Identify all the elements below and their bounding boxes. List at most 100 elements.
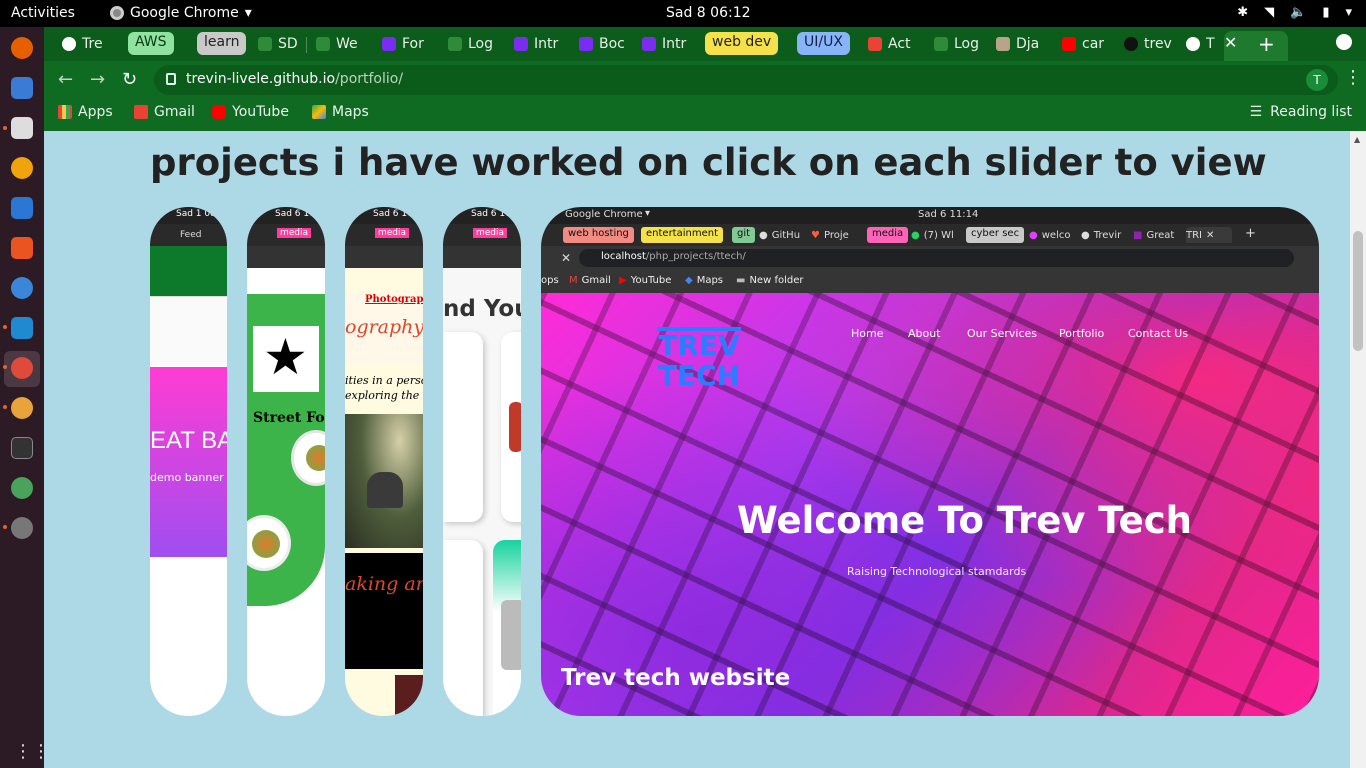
close-tab-icon[interactable]: ✕ xyxy=(1224,33,1237,52)
slide-body-line: exploring the n xyxy=(345,389,423,402)
whatsapp-icon: ● xyxy=(911,229,920,241)
hero-tagline: Raising Technological stamdards xyxy=(847,565,1027,578)
forward-icon[interactable]: → xyxy=(90,69,105,90)
tab[interactable]: trev xyxy=(1118,31,1178,57)
new-tab-button[interactable]: + xyxy=(1258,32,1275,56)
globe-icon xyxy=(1186,37,1200,51)
apps-grid-icon xyxy=(58,105,72,119)
page-scrollbar[interactable]: ▲ xyxy=(1350,131,1366,768)
tab[interactable]: car xyxy=(1056,31,1112,57)
tab-separator xyxy=(306,37,307,53)
featured-bookmark: ▬ New folder xyxy=(736,275,803,286)
vscode-icon[interactable] xyxy=(11,317,33,339)
tab[interactable]: Intr xyxy=(636,31,692,57)
writer-icon[interactable] xyxy=(11,197,33,219)
chrome-dock-icon[interactable] xyxy=(11,357,33,379)
tab-group-learn[interactable]: learn xyxy=(197,32,247,55)
tab[interactable]: Dja xyxy=(990,31,1046,57)
stop-icon: ✕ xyxy=(561,251,572,265)
heart-icon: ♥ xyxy=(811,229,820,241)
featured-bookmark-label: YouTube xyxy=(630,275,672,286)
thunderbird-icon[interactable] xyxy=(11,77,33,99)
project-slide-3[interactable]: Sad 6 10 media Photography ography ities… xyxy=(345,207,423,716)
bookmark-apps[interactable]: Apps xyxy=(58,104,113,120)
tab[interactable]: Act xyxy=(862,31,918,57)
bookmark-maps[interactable]: Maps xyxy=(312,104,369,120)
slide-tab-label: Feed xyxy=(180,230,202,240)
profile-avatar[interactable]: T xyxy=(1306,69,1328,91)
tab[interactable]: Log xyxy=(928,31,984,57)
featured-bookmark-label: New folder xyxy=(749,275,804,286)
system-clock[interactable]: Sad 8 06:12 xyxy=(666,5,751,21)
bookmark-gmail[interactable]: Gmail xyxy=(134,104,195,120)
tab[interactable]: We xyxy=(310,31,366,57)
scroll-up-icon[interactable]: ▲ xyxy=(1354,135,1360,144)
bookmark-label: Gmail xyxy=(154,104,195,120)
tab-group-uiux[interactable]: UI/UX xyxy=(797,32,850,55)
tab-title: Intr xyxy=(662,36,687,52)
tab-title: Dja xyxy=(1016,36,1040,52)
url-text[interactable]: trevin-livele.github.io/portfolio/ xyxy=(186,71,403,87)
slack-icon[interactable] xyxy=(11,397,33,419)
trev-tech-logo: TREV TECH xyxy=(657,327,741,391)
running-indicator xyxy=(3,525,7,529)
site-icon: ■ xyxy=(1133,229,1143,241)
featured-active-tab: TRI ✕ xyxy=(1186,227,1232,243)
slide-screenshot-topbar: Sad 6 10 xyxy=(443,207,521,224)
slack-tray-icon[interactable]: ✱ xyxy=(1237,5,1248,20)
project-slide-1[interactable]: Sad 1 08 Feed EAT BAN demo banner ju xyxy=(150,207,227,716)
tab[interactable]: Tre xyxy=(56,31,112,57)
tab[interactable]: Log xyxy=(442,31,498,57)
lock-icon[interactable] xyxy=(166,73,176,85)
tab-search-icon[interactable] xyxy=(1336,34,1352,50)
tab[interactable]: Intr xyxy=(508,31,564,57)
github-icon xyxy=(1124,37,1138,51)
help-icon[interactable] xyxy=(11,277,33,299)
project-slide-4[interactable]: Sad 6 10 media nd You xyxy=(443,207,521,716)
app-menu[interactable]: Google Chrome ▾ xyxy=(110,5,252,21)
tab[interactable]: Boc xyxy=(573,31,629,57)
software-center-icon[interactable] xyxy=(11,237,33,259)
tab[interactable]: For xyxy=(376,31,432,57)
terminal-icon[interactable] xyxy=(11,437,33,459)
scrollbar-thumb[interactable] xyxy=(1353,231,1363,351)
slide-screenshot-tabs: media xyxy=(443,224,521,246)
address-bar[interactable]: trevin-livele.github.io/portfolio/ ☆ xyxy=(154,65,1338,95)
chrome-icon xyxy=(110,6,124,20)
volume-icon[interactable]: 🔈 xyxy=(1290,5,1306,20)
reading-list-button[interactable]: ☰ Reading list xyxy=(1250,104,1352,120)
network-icon[interactable] xyxy=(11,477,33,499)
tab[interactable]: SD xyxy=(252,31,304,57)
chrome-menu-icon[interactable]: ⋮ xyxy=(1344,67,1362,88)
firefox-icon[interactable] xyxy=(11,37,33,59)
car-card xyxy=(493,540,521,716)
tree-icon xyxy=(258,37,272,51)
tab-title: Log xyxy=(954,36,980,52)
reload-icon[interactable]: ↻ xyxy=(122,69,137,90)
caret-down-icon: ▾ xyxy=(244,5,252,21)
tab-group-aws[interactable]: AWS xyxy=(128,32,174,55)
files-icon[interactable] xyxy=(11,117,33,139)
wifi-icon[interactable]: ◥ xyxy=(1264,5,1274,20)
project-slide-2[interactable]: Sad 6 10 media ★ Street Food xyxy=(247,207,325,716)
featured-tab-title: Proje xyxy=(823,229,849,241)
tab-title: Log xyxy=(468,36,494,52)
bookmark-youtube[interactable]: YouTube xyxy=(212,104,289,120)
chrome-tab-strip: Tre AWS learn SD We For Log Intr Boc Int… xyxy=(44,27,1366,61)
tab-group-web-dev[interactable]: web dev xyxy=(705,32,779,55)
featured-app-name: Google Chrome xyxy=(565,209,643,220)
battery-icon[interactable]: ▮ xyxy=(1322,5,1329,20)
featured-url-bar: ✕ localhost/php_projects/ttech/ xyxy=(541,246,1319,270)
tree-icon xyxy=(448,37,462,51)
back-icon[interactable]: ← xyxy=(58,69,73,90)
updater-icon[interactable] xyxy=(11,517,33,539)
featured-project-slide[interactable]: Google Chrome ▾ Sad 6 11:14 web hosting … xyxy=(541,207,1319,716)
tab-active-content[interactable]: T xyxy=(1180,31,1230,57)
system-tray[interactable]: ✱ ◥ 🔈 ▮ ▾ xyxy=(1237,5,1352,20)
activities-button[interactable]: Activities xyxy=(11,5,75,21)
featured-tab: ● Trevir xyxy=(1081,227,1131,243)
power-menu-icon[interactable]: ▾ xyxy=(1345,5,1352,20)
car-card xyxy=(443,332,483,522)
hero-menu-contact: Contact Us xyxy=(1128,327,1189,340)
rhythmbox-icon[interactable] xyxy=(11,157,33,179)
